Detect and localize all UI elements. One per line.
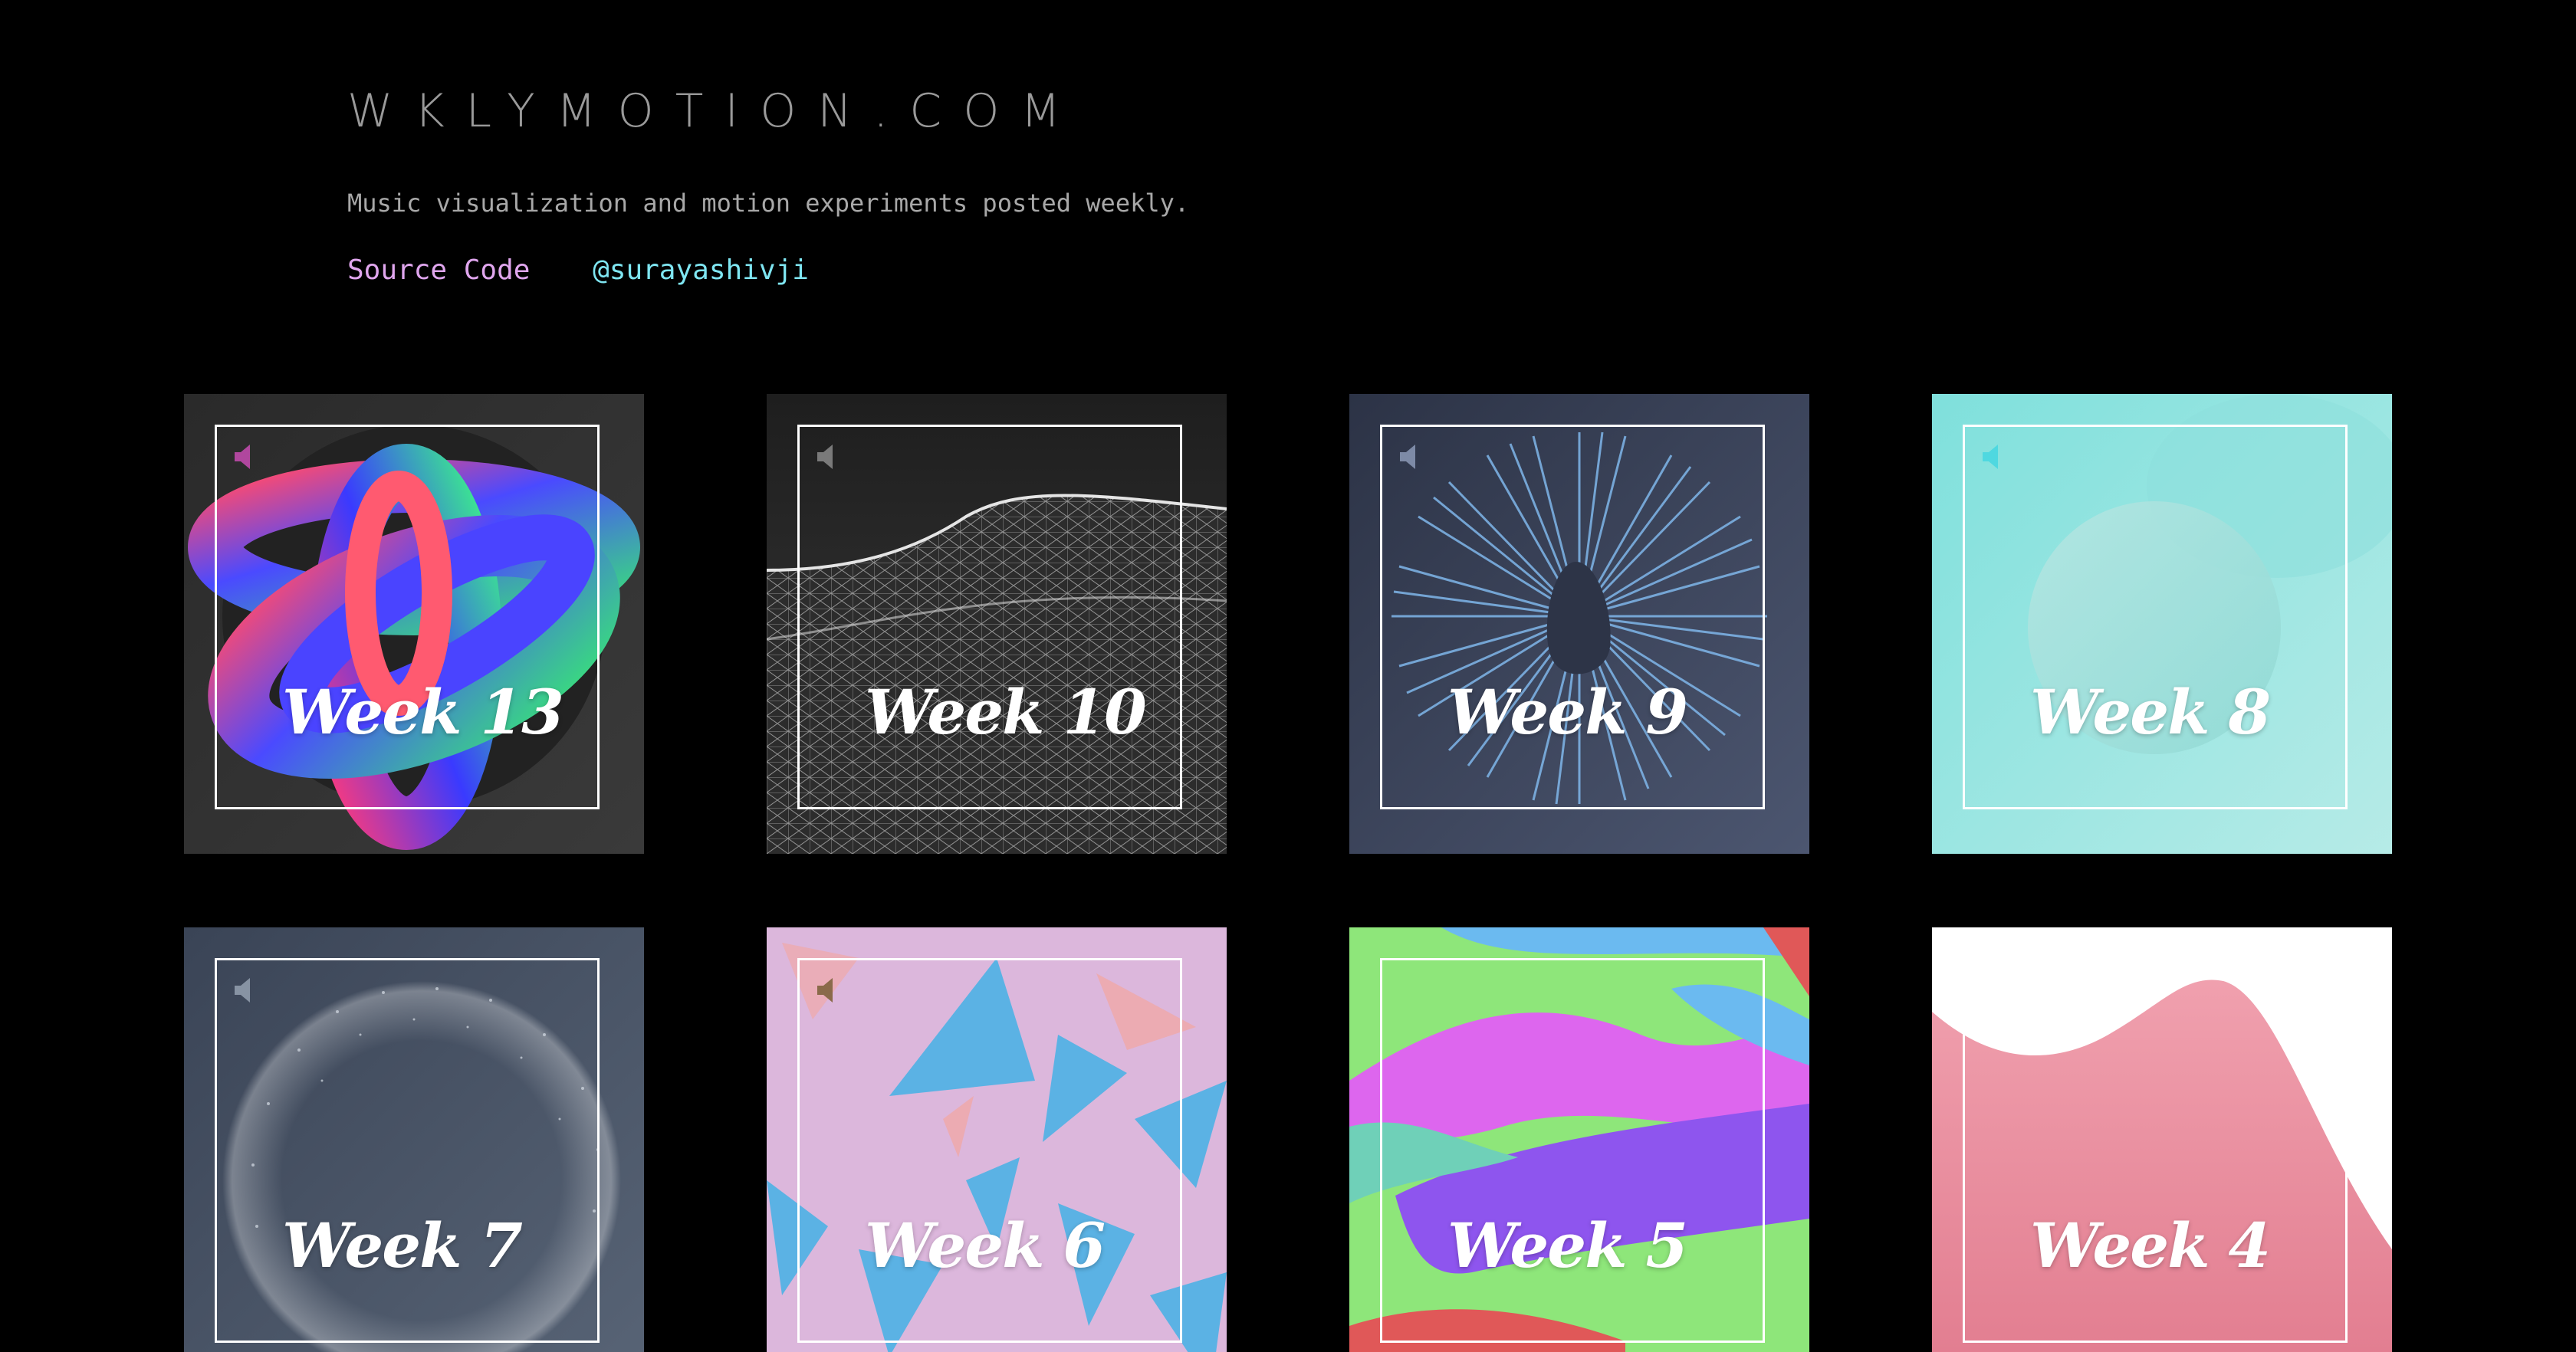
speaker-icon[interactable] bbox=[232, 441, 262, 472]
tile-frame bbox=[797, 425, 1182, 809]
twitter-handle-link[interactable]: @surayashivji bbox=[593, 254, 809, 286]
week-label: Week 8 bbox=[2030, 676, 2271, 748]
tile-frame bbox=[1963, 425, 2348, 809]
week-label: Week 13 bbox=[282, 676, 564, 748]
week-label: Week 10 bbox=[865, 676, 1147, 748]
tile-week-13[interactable]: Week 13 bbox=[184, 394, 644, 854]
tile-week-8[interactable]: Week 8 bbox=[1932, 394, 2392, 854]
speaker-icon[interactable] bbox=[814, 441, 845, 472]
tile-week-6[interactable]: Week 6 bbox=[767, 927, 1227, 1352]
speaker-icon[interactable] bbox=[1397, 441, 1428, 472]
site-title[interactable]: WKLYMOTION.COM bbox=[347, 84, 1189, 138]
tile-frame bbox=[1380, 958, 1765, 1343]
tile-frame bbox=[215, 958, 600, 1343]
tile-frame bbox=[1380, 425, 1765, 809]
site-header: WKLYMOTION.COM Music visualization and m… bbox=[347, 84, 1189, 286]
week-label: Week 7 bbox=[282, 1209, 523, 1281]
tile-week-7[interactable]: Week 7 bbox=[184, 927, 644, 1352]
source-code-link[interactable]: Source Code bbox=[347, 254, 530, 286]
week-label: Week 9 bbox=[1447, 676, 1688, 748]
speaker-icon[interactable] bbox=[1980, 441, 2010, 472]
tile-week-9[interactable]: Week 9 bbox=[1349, 394, 1809, 854]
tile-frame bbox=[797, 958, 1182, 1343]
week-label: Week 6 bbox=[865, 1209, 1106, 1281]
tile-week-4[interactable]: Week 4 bbox=[1932, 927, 2392, 1352]
week-label: Week 4 bbox=[2030, 1209, 2271, 1281]
site-tagline: Music visualization and motion experimen… bbox=[347, 189, 1190, 218]
tile-week-5[interactable]: Week 5 bbox=[1349, 927, 1809, 1352]
tile-frame bbox=[1963, 958, 2348, 1343]
speaker-icon[interactable] bbox=[814, 975, 845, 1006]
header-links: Source Code @surayashivji bbox=[347, 254, 1189, 286]
tile-frame bbox=[215, 425, 600, 809]
tile-week-10[interactable]: Week 10 bbox=[767, 394, 1227, 854]
week-label: Week 5 bbox=[1447, 1209, 1688, 1281]
speaker-icon[interactable] bbox=[232, 975, 262, 1006]
